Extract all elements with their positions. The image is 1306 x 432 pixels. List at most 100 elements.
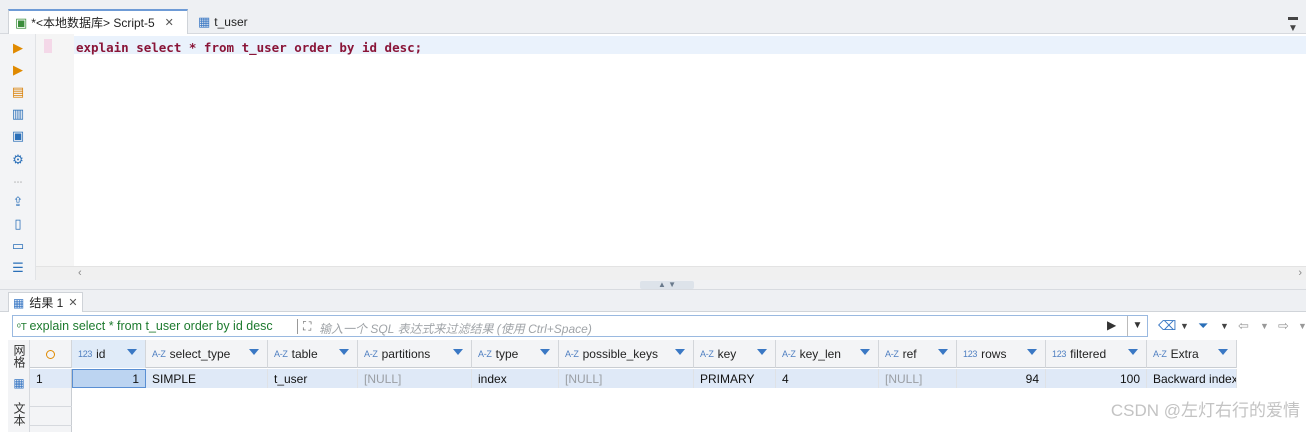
result-view-tabs: 网格 ▦ 文本 xyxy=(8,340,30,432)
grid-view-icon[interactable]: ▦ xyxy=(10,376,28,390)
cell-id[interactable]: 1 xyxy=(72,369,146,388)
cell-extra[interactable]: Backward index xyxy=(1147,369,1237,388)
filter-query-text: ᵒT explain select * from t_user order by… xyxy=(17,319,273,333)
sql-script-icon: ▣ xyxy=(15,14,28,30)
tab-t-user[interactable]: ▦ t_user xyxy=(192,9,254,34)
grid-icon: ▦ xyxy=(13,295,25,310)
column-header-select-type[interactable]: A-Z select_type xyxy=(146,340,268,368)
expand-icon[interactable]: ⛶ xyxy=(303,319,311,334)
filter-input[interactable]: ᵒT explain select * from t_user order by… xyxy=(12,315,1148,337)
splitter-grip-icon[interactable]: ▲ ▼ xyxy=(640,281,694,289)
row-number[interactable]: 1 xyxy=(30,369,72,388)
execute-statement-icon[interactable]: ▶ xyxy=(10,40,26,56)
terminal-icon[interactable]: ▣ xyxy=(10,128,26,144)
record-mode-icon xyxy=(46,349,55,359)
cell-rows[interactable]: 94 xyxy=(957,369,1046,388)
sort-filter-icon[interactable] xyxy=(1128,349,1138,355)
scroll-left-icon[interactable]: ‹ xyxy=(78,267,82,279)
column-header-extra[interactable]: A-Z Extra xyxy=(1147,340,1237,368)
sql-editor-window: ▣ *<本地数据库> Script-5 ✕ ▦ t_user ▬ ▼ ▶ ▶ ▤ … xyxy=(0,0,1306,432)
grid-header-row: 123 id A-Z select_type A-Z table A-Z partiti… xyxy=(30,340,1237,368)
view-tab-text-label[interactable]: 文本 xyxy=(10,402,28,426)
close-icon[interactable]: ✕ xyxy=(165,16,174,29)
gear-icon[interactable]: ⚙ xyxy=(10,152,26,168)
cell-partitions[interactable]: [NULL] xyxy=(358,369,472,388)
chevron-down-icon[interactable]: ▼ xyxy=(1260,321,1269,331)
cell-possible-keys[interactable]: [NULL] xyxy=(559,369,694,388)
sort-filter-icon[interactable] xyxy=(453,349,463,355)
execute-script-icon[interactable]: ▤ xyxy=(10,84,26,100)
sql-editor[interactable]: explain select * from t_user order by id… xyxy=(36,34,1306,266)
sort-filter-icon[interactable] xyxy=(860,349,870,355)
sort-filter-icon[interactable] xyxy=(249,349,259,355)
cell-ref[interactable]: [NULL] xyxy=(879,369,957,388)
row-header-corner[interactable] xyxy=(30,340,72,368)
chevron-down-icon[interactable]: ▼ xyxy=(1220,321,1229,331)
sort-filter-icon[interactable] xyxy=(1027,349,1037,355)
chevron-down-icon[interactable]: ▼ xyxy=(1180,321,1189,331)
filter-placeholder: 输入一个 SQL 表达式来过滤结果 (使用 Ctrl+Space) xyxy=(319,322,592,336)
editor-gutter xyxy=(36,34,74,266)
back-icon[interactable]: ⇦ xyxy=(1238,318,1249,334)
column-header-rows[interactable]: 123 rows xyxy=(957,340,1046,368)
editor-horizontal-scrollbar[interactable]: ‹ › xyxy=(36,266,1306,280)
tab-script-5[interactable]: ▣ *<本地数据库> Script-5 ✕ xyxy=(8,9,188,34)
sort-filter-icon[interactable] xyxy=(938,349,948,355)
tab-label: *<本地数据库> Script-5 xyxy=(31,16,155,30)
file-icon[interactable]: ▯ xyxy=(10,216,26,232)
editor-toolbar: ▶ ▶ ▤ ▥ ▣ ⚙ ⋯ ⇪ ▯ ▭ ☰ xyxy=(0,34,36,286)
execute-in-new-tab-icon[interactable]: ▶ xyxy=(10,62,26,78)
sort-filter-icon[interactable] xyxy=(1218,349,1228,355)
sort-filter-icon[interactable] xyxy=(757,349,767,355)
column-header-key-len[interactable]: A-Z key_len xyxy=(776,340,879,368)
cell-select-type[interactable]: SIMPLE xyxy=(146,369,268,388)
column-header-ref[interactable]: A-Z ref xyxy=(879,340,957,368)
chevron-down-icon[interactable]: ▼ xyxy=(1298,321,1306,331)
tab-list-menu-icon[interactable]: ▬ ▼ xyxy=(1288,12,1298,34)
close-icon[interactable]: ✕ xyxy=(68,296,77,309)
apply-filter-icon[interactable]: ▶ xyxy=(1107,318,1116,332)
current-line-marker xyxy=(44,39,52,53)
outline-icon[interactable]: ☰ xyxy=(10,260,26,276)
table-row[interactable]: 1 1 SIMPLE t_user [NULL] index [NULL] PR… xyxy=(30,369,1237,388)
row-divider xyxy=(30,406,72,407)
column-header-partitions[interactable]: A-Z partitions xyxy=(358,340,472,368)
tab-results-1[interactable]: ▦ 结果 1 ✕ xyxy=(8,292,83,312)
column-header-table[interactable]: A-Z table xyxy=(268,340,358,368)
explain-plan-icon[interactable]: ▥ xyxy=(10,106,26,122)
more-icon[interactable]: ⋯ xyxy=(10,174,26,190)
forward-icon[interactable]: ⇨ xyxy=(1278,318,1289,334)
table-icon: ▦ xyxy=(198,13,211,29)
sort-filter-icon[interactable] xyxy=(127,349,137,355)
results-filter-bar: ᵒT explain select * from t_user order by… xyxy=(0,312,1306,340)
watermark: CSDN @左灯右行的爱情 xyxy=(1110,401,1300,420)
sort-filter-icon[interactable] xyxy=(339,349,349,355)
export-icon[interactable]: ⇪ xyxy=(10,194,26,210)
column-header-possible-keys[interactable]: A-Z possible_keys xyxy=(559,340,694,368)
view-tab-grid-label[interactable]: 网格 xyxy=(10,344,28,368)
column-header-type[interactable]: A-Z type xyxy=(472,340,559,368)
tab-label: t_user xyxy=(214,14,248,29)
scroll-right-icon[interactable]: › xyxy=(1298,267,1302,279)
filter-icon[interactable]: ⏷ xyxy=(1198,318,1208,334)
filter-history-dropdown[interactable]: ▼ xyxy=(1127,316,1147,336)
eraser-icon[interactable]: ⌫ xyxy=(1158,318,1176,334)
cell-key[interactable]: PRIMARY xyxy=(694,369,776,388)
variables-icon[interactable]: ▭ xyxy=(10,238,26,254)
editor-results-splitter[interactable]: ▲ ▼ xyxy=(0,280,1306,290)
cell-filtered[interactable]: 100 xyxy=(1046,369,1147,388)
results-tab-bar: ▦ 结果 1 ✕ xyxy=(0,290,1306,312)
column-header-key[interactable]: A-Z key xyxy=(694,340,776,368)
sql-text-icon: ᵒT xyxy=(17,322,30,333)
cell-table[interactable]: t_user xyxy=(268,369,358,388)
sort-filter-icon[interactable] xyxy=(675,349,685,355)
editor-tab-bar: ▣ *<本地数据库> Script-5 ✕ ▦ t_user ▬ ▼ xyxy=(0,0,1306,34)
row-divider xyxy=(30,425,72,426)
sql-code-line[interactable]: explain select * from t_user order by id… xyxy=(76,40,422,55)
sort-filter-icon[interactable] xyxy=(540,349,550,355)
results-tab-label: 结果 1 xyxy=(29,296,64,310)
cell-key-len[interactable]: 4 xyxy=(776,369,879,388)
column-header-id[interactable]: 123 id xyxy=(72,340,146,368)
column-header-filtered[interactable]: 123 filtered xyxy=(1046,340,1147,368)
cell-type[interactable]: index xyxy=(472,369,559,388)
